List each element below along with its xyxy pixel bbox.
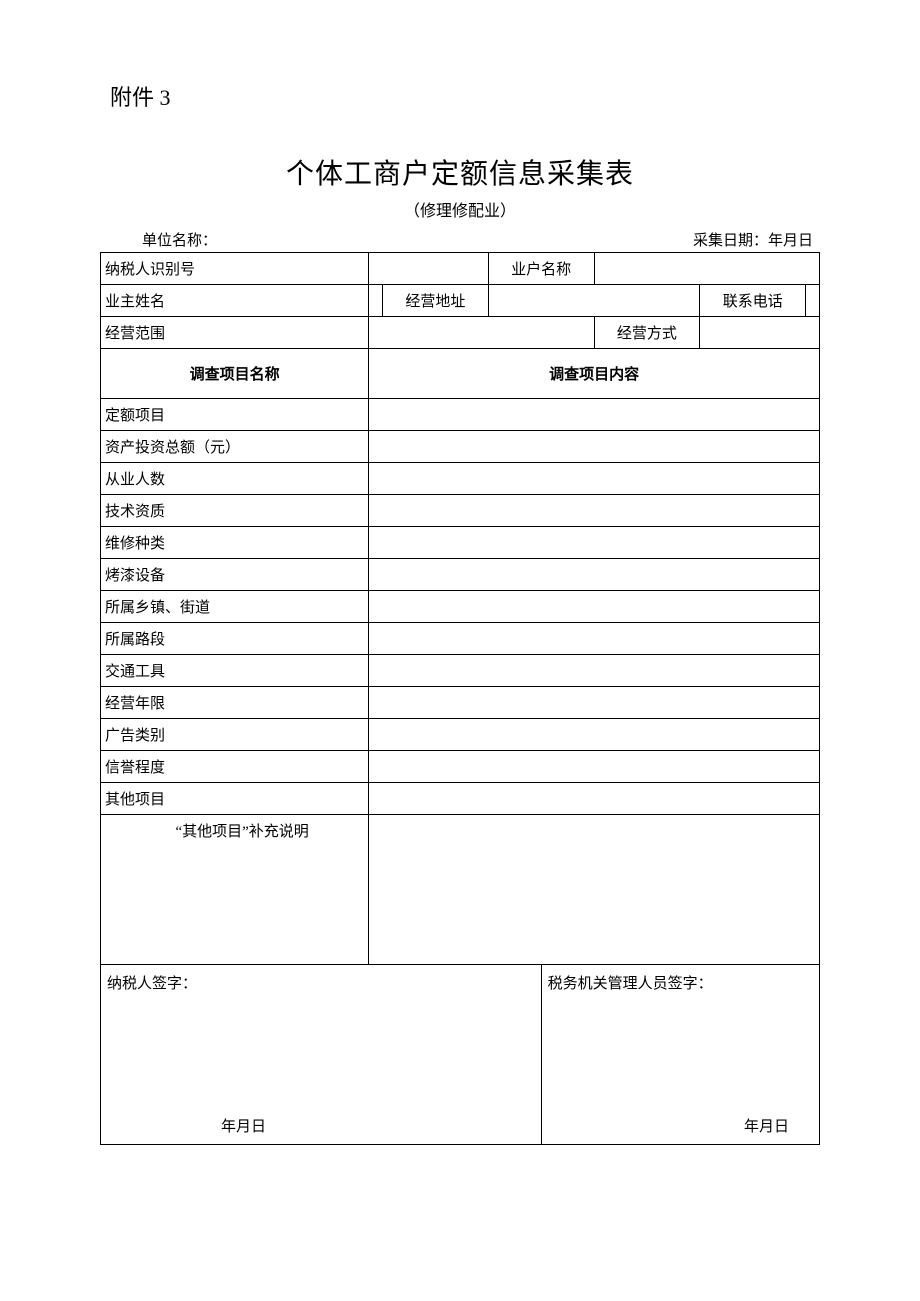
attachment-label: 附件 3 xyxy=(110,80,820,112)
survey-content-header: 调查项目内容 xyxy=(369,349,820,399)
row-scope: 经营范围 经营方式 xyxy=(101,317,820,349)
row-reputation: 信誉程度 xyxy=(101,751,820,783)
value-other-items xyxy=(369,783,820,815)
value-business-address xyxy=(488,285,700,317)
label-other-items: 其他项目 xyxy=(101,783,369,815)
row-taxpayer-id: 纳税人识别号 业户名称 xyxy=(101,253,820,285)
row-repair-type: 维修种类 xyxy=(101,527,820,559)
value-investment-total xyxy=(369,431,820,463)
value-business-mode xyxy=(700,317,820,349)
value-reputation xyxy=(369,751,820,783)
value-employee-count xyxy=(369,463,820,495)
taxpayer-sign-date: 年月日 xyxy=(221,1115,266,1136)
value-transportation xyxy=(369,655,820,687)
label-road-section: 所属路段 xyxy=(101,623,369,655)
label-business-years: 经营年限 xyxy=(101,687,369,719)
value-road-section xyxy=(369,623,820,655)
label-taxpayer-id: 纳税人识别号 xyxy=(101,253,369,285)
label-supplement: “其他项目”补充说明 xyxy=(101,815,369,965)
value-tech-qualification xyxy=(369,495,820,527)
label-quota-project: 定额项目 xyxy=(101,399,369,431)
value-business-years xyxy=(369,687,820,719)
value-business-name xyxy=(594,253,819,285)
document-subtitle: （修理修配业） xyxy=(100,197,820,221)
value-phone xyxy=(806,285,820,317)
label-transportation: 交通工具 xyxy=(101,655,369,687)
value-owner-name xyxy=(369,285,383,317)
taxpayer-sign-label: 纳税人签字： xyxy=(105,970,537,995)
value-township-street xyxy=(369,591,820,623)
value-taxpayer-id xyxy=(369,253,489,285)
label-township-street: 所属乡镇、街道 xyxy=(101,591,369,623)
supplement-label-text: “其他项目”补充说明 xyxy=(105,820,364,841)
officer-sign-date: 年月日 xyxy=(744,1115,789,1136)
label-business-name: 业户名称 xyxy=(488,253,594,285)
row-business-years: 经营年限 xyxy=(101,687,820,719)
label-business-scope: 经营范围 xyxy=(101,317,369,349)
officer-sign-label: 税务机关管理人员签字： xyxy=(546,970,815,995)
value-paint-equipment xyxy=(369,559,820,591)
row-employee: 从业人数 xyxy=(101,463,820,495)
row-township: 所属乡镇、街道 xyxy=(101,591,820,623)
row-road-section: 所属路段 xyxy=(101,623,820,655)
unit-name-label: 单位名称： xyxy=(102,229,217,250)
header-row: 单位名称： 采集日期：年月日 xyxy=(100,229,820,250)
value-repair-type xyxy=(369,527,820,559)
taxpayer-signature-cell: 纳税人签字： 年月日 xyxy=(101,965,542,1145)
officer-signature-cell: 税务机关管理人员签字： 年月日 xyxy=(541,965,819,1145)
form-table: 纳税人识别号 业户名称 业主姓名 经营地址 联系电话 经营范围 经营方式 调查项… xyxy=(100,252,820,1145)
row-survey-header: 调查项目名称 调查项目内容 xyxy=(101,349,820,399)
label-phone: 联系电话 xyxy=(700,285,806,317)
row-quota-project: 定额项目 xyxy=(101,399,820,431)
label-tech-qualification: 技术资质 xyxy=(101,495,369,527)
row-ad-category: 广告类别 xyxy=(101,719,820,751)
value-ad-category xyxy=(369,719,820,751)
value-quota-project xyxy=(369,399,820,431)
label-paint-equipment: 烤漆设备 xyxy=(101,559,369,591)
label-owner-name: 业主姓名 xyxy=(101,285,369,317)
label-business-address: 经营地址 xyxy=(383,285,489,317)
row-investment: 资产投资总额（元） xyxy=(101,431,820,463)
row-transportation: 交通工具 xyxy=(101,655,820,687)
row-owner: 业主姓名 经营地址 联系电话 xyxy=(101,285,820,317)
value-supplement xyxy=(369,815,820,965)
row-paint-equipment: 烤漆设备 xyxy=(101,559,820,591)
row-other-items: 其他项目 xyxy=(101,783,820,815)
value-business-scope xyxy=(369,317,594,349)
label-ad-category: 广告类别 xyxy=(101,719,369,751)
label-repair-type: 维修种类 xyxy=(101,527,369,559)
collect-date-label: 采集日期：年月日 xyxy=(693,229,818,250)
label-business-mode: 经营方式 xyxy=(594,317,700,349)
document-title: 个体工商户定额信息采集表 xyxy=(100,152,820,192)
row-signature: 纳税人签字： 年月日 税务机关管理人员签字： 年月日 xyxy=(101,965,820,1145)
row-tech: 技术资质 xyxy=(101,495,820,527)
label-investment-total: 资产投资总额（元） xyxy=(101,431,369,463)
row-supplement: “其他项目”补充说明 xyxy=(101,815,820,965)
label-reputation: 信誉程度 xyxy=(101,751,369,783)
survey-name-header: 调查项目名称 xyxy=(101,349,369,399)
label-employee-count: 从业人数 xyxy=(101,463,369,495)
